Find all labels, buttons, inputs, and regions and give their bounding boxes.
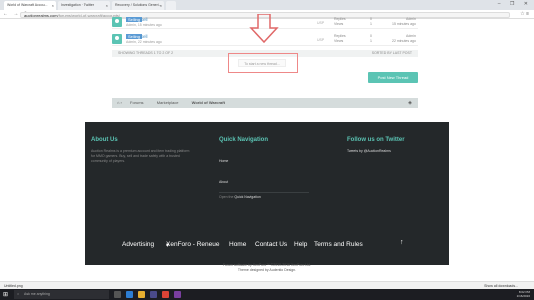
browser-tab[interactable]: World of Warcraft Accou... ×	[4, 1, 56, 10]
twitter-column: Follow us on Twitter Tweets by @AuctionR…	[347, 137, 405, 153]
page-content: Selling Sell Admin, 15 minutes ago USP R…	[0, 14, 534, 289]
quick-nav-column: Quick Navigation Home About Open the Qui…	[219, 137, 309, 199]
search-placeholder: Ask me anything	[24, 292, 50, 296]
tab-label: World of Warcraft Accou...	[7, 3, 48, 7]
about-title: About Us	[91, 137, 118, 143]
breadcrumb: ⌂ › Forums Marketplace World of Warcraft…	[112, 98, 418, 108]
scroll-top-icon[interactable]: ↑	[400, 239, 404, 246]
open-quick-nav: Open the Quick Navigation	[219, 195, 309, 199]
close-tab-icon[interactable]: ×	[52, 1, 54, 10]
tweets-by-link[interactable]: Tweets by @AuctionRealms	[347, 149, 405, 153]
edge-icon[interactable]	[126, 291, 133, 298]
new-thread-prompt[interactable]: To start a new thread...	[238, 59, 286, 67]
thread-last-post[interactable]: Admin 22 minutes ago	[392, 34, 416, 44]
thread-last-post[interactable]: Admin 15 minutes ago	[392, 17, 416, 27]
browser-tab[interactable]: Recovery / Solutions Generi... ×	[112, 1, 164, 10]
twitter-title: Follow us on Twitter	[347, 137, 405, 143]
url-path: /forums/world-of-warcraft/accounts/	[57, 12, 121, 18]
menu-icon[interactable]: ☆ ≡	[520, 11, 529, 17]
post-new-thread-button[interactable]: Post New Thread	[368, 72, 418, 83]
home-icon[interactable]: ⌂ ›	[117, 98, 122, 108]
tab-label: Investigation · Twitter	[61, 3, 95, 7]
window-controls[interactable]: – ❐ ✕	[498, 1, 532, 7]
system-clock[interactable]: 8:02 PM 1/16/2016	[517, 290, 530, 298]
thread-stats-values: 0 1	[370, 17, 372, 26]
open-quick-nav-prefix: Open the	[219, 195, 234, 199]
windows-start-icon[interactable]: ⊞	[3, 291, 8, 298]
browser-tab[interactable]: Investigation · Twitter ×	[58, 1, 110, 10]
taskbar: ⊞ ○ Ask me anything 8:02 PM 1/16/2016	[0, 289, 534, 300]
chevron-down-icon: ▾	[166, 242, 170, 249]
search-icon: ○	[17, 292, 20, 296]
rss-icon[interactable]: ◈	[408, 98, 412, 108]
clock-date: 1/16/2016	[516, 294, 530, 298]
quick-nav-title: Quick Navigation	[219, 137, 269, 143]
annotation-arrow-icon	[249, 14, 279, 44]
thread-meta: Admin, 22 minutes ago	[126, 40, 162, 44]
divider	[219, 192, 309, 193]
thread-title[interactable]: Sell	[140, 17, 148, 22]
footer-link-help[interactable]: Help	[294, 241, 307, 248]
taskbar-search[interactable]: ○ Ask me anything	[14, 290, 109, 299]
browser-tab-bar: World of Warcraft Accou... × Investigatio…	[0, 0, 534, 10]
open-quick-nav-link[interactable]: Quick Navigation	[234, 195, 260, 199]
thread-title[interactable]: Sell	[140, 34, 148, 39]
breadcrumb-item[interactable]: Marketplace	[157, 100, 179, 105]
about-text: Auction Realms is a premium account and …	[91, 149, 190, 163]
thread-stats-labels: Replies Views	[334, 17, 346, 26]
footer-link-advertising[interactable]: Advertising	[122, 241, 154, 248]
new-tab-button[interactable]	[166, 1, 176, 10]
url-domain: auctionrealms.com	[24, 12, 58, 18]
footer-link-terms[interactable]: Terms and Rules	[314, 241, 363, 248]
tab-label: Recovery / Solutions Generi...	[115, 3, 162, 7]
task-view-icon[interactable]	[114, 291, 121, 298]
download-bar: Untitled.png Show all downloads...	[0, 281, 534, 289]
close-tab-icon[interactable]: ×	[106, 1, 108, 10]
about-column: About Us Auction Realms is a premium acc…	[91, 137, 191, 164]
footer-link-contact[interactable]: Contact Us	[255, 241, 287, 248]
avatar[interactable]	[112, 17, 122, 27]
copyright: Forum software by XenForo™ ©2010-2016 Xe…	[0, 263, 534, 273]
breadcrumb-item[interactable]: Forums	[130, 100, 144, 105]
file-explorer-icon[interactable]	[138, 291, 145, 298]
style-chooser-label: XenForo - Reneue	[166, 241, 220, 248]
quick-nav-about-link[interactable]: About	[219, 180, 309, 184]
chrome-icon[interactable]	[162, 291, 169, 298]
breadcrumb-item[interactable]: World of Warcraft	[192, 100, 225, 105]
sort-order-link[interactable]: SORTED BY LAST POST	[372, 50, 412, 57]
showing-threads-text: SHOWING THREADS 1 TO 2 OF 2	[118, 51, 174, 55]
thread-stats-values: 0 1	[370, 34, 372, 43]
footer-link-home[interactable]: Home	[229, 241, 246, 248]
theme-credit-line: Theme designed by Audentio Design.	[237, 268, 297, 272]
store-icon[interactable]	[150, 291, 157, 298]
app-icon[interactable]	[174, 291, 181, 298]
thread-stats-labels: Replies Views	[334, 34, 346, 43]
site-footer: About Us Auction Realms is a premium acc…	[85, 122, 449, 265]
avatar[interactable]	[112, 34, 122, 44]
quick-nav-home-link[interactable]: Home	[219, 159, 309, 163]
thread-flag: USP	[317, 21, 325, 25]
thread-meta: Admin, 15 minutes ago	[126, 23, 162, 27]
close-tab-icon[interactable]: ×	[160, 1, 162, 10]
thread-flag: USP	[317, 38, 325, 42]
